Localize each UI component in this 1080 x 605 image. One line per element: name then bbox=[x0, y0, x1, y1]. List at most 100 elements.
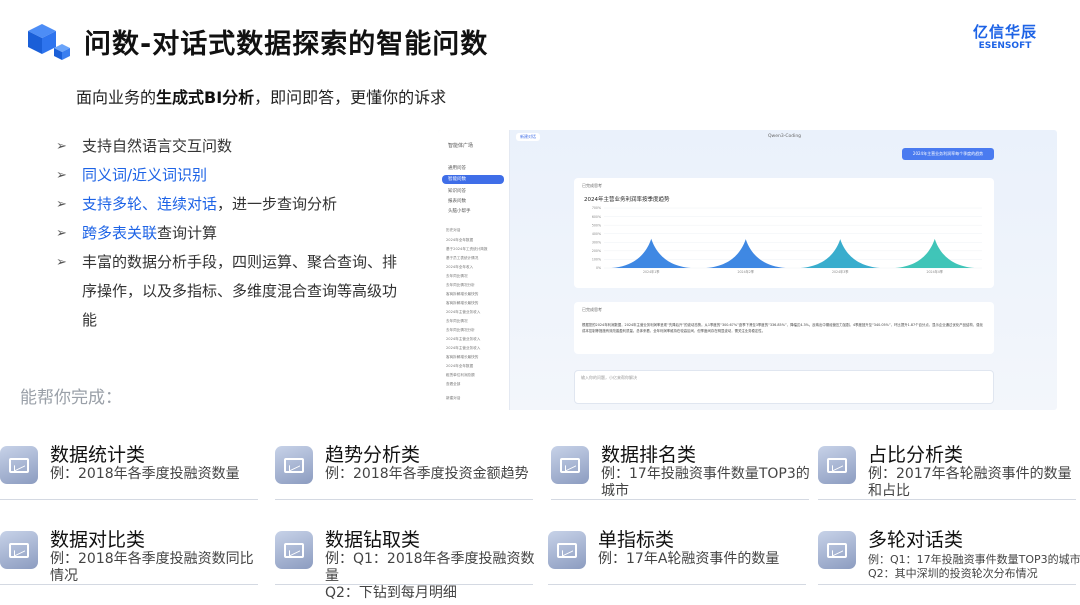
area-chart: 0% 100% 200% 300% 400% 500% 600% 700% 2024年1季 202… bbox=[592, 206, 982, 274]
monitor-chart-icon bbox=[548, 531, 586, 569]
brand-name-en: ESENSOFT bbox=[978, 41, 1032, 51]
sidebar-title: 智能体广场 bbox=[448, 143, 474, 149]
history-item[interactable]: 查看全部 bbox=[446, 382, 460, 387]
capability-name: 单指标类 bbox=[598, 529, 675, 551]
history-item[interactable]: 租赁单位利润总额 bbox=[446, 373, 475, 378]
capability-card: 占比分析类 例：2017年各轮融资事件的数量和占比 bbox=[818, 440, 1076, 500]
answer-tag: 已完成思考 bbox=[582, 183, 602, 188]
feature-item: ➢ 跨多表关联查询计算 bbox=[56, 219, 416, 248]
area-peak bbox=[611, 238, 691, 268]
y-tick-label: 600% bbox=[592, 215, 601, 219]
chat-input-placeholder: 输入你的问题，小亿来帮你解决 bbox=[581, 375, 637, 380]
feature-item: ➢ 支持自然语言交互问数 bbox=[56, 132, 416, 161]
capability-example: 例：17年A轮融资事件的数量 bbox=[598, 551, 780, 567]
history-label: 历史对话 bbox=[446, 228, 461, 232]
feature-item: ➢ 丰富的数据分析手段，四则运算、聚合查询、排序操作，以及多指标、多维度混合查询等… bbox=[56, 248, 416, 335]
monitor-chart-icon bbox=[551, 446, 589, 484]
history-item[interactable]: 2024年主营业务收入 bbox=[446, 310, 480, 315]
sidebar-item[interactable]: 通用问答 bbox=[448, 165, 466, 171]
capability-name: 数据统计类 bbox=[50, 444, 146, 466]
feature-text: 丰富的数据分析手段，四则运算、聚合查询、排序操作，以及多指标、多维度混合查询等高… bbox=[82, 253, 398, 329]
sidebar-item[interactable]: 头脑小帮手 bbox=[448, 208, 471, 214]
history-item[interactable]: 2024年全年收入 bbox=[446, 265, 473, 270]
answer-tag: 已完成思考 bbox=[582, 307, 602, 312]
y-tick-label: 500% bbox=[592, 223, 601, 227]
brand-name-cn: 亿信华辰 bbox=[972, 23, 1037, 41]
chat-title: Qwen3-Coding bbox=[768, 134, 802, 139]
sidebar-item[interactable]: 报表问数 bbox=[448, 198, 466, 204]
history-item[interactable]: 去年同比情况 bbox=[446, 319, 468, 324]
sidebar-item-active[interactable]: 智能问数 bbox=[442, 175, 504, 184]
monitor-chart-icon bbox=[275, 531, 313, 569]
capability-name: 数据排名类 bbox=[601, 444, 697, 466]
page-title: 问数-对话式数据探索的智能问数 bbox=[84, 29, 489, 60]
monitor-chart-icon bbox=[0, 446, 38, 484]
monitor-chart-icon bbox=[275, 446, 313, 484]
capability-example: 例：2018年各季度投融资数同比情况 bbox=[50, 551, 254, 584]
monitor-chart-icon bbox=[818, 446, 856, 484]
capability-card: 数据统计类 例：2018年各季度投融资数量 bbox=[0, 440, 258, 500]
feature-text: 查询计算 bbox=[157, 224, 218, 242]
area-peak bbox=[895, 238, 975, 268]
x-tick-label: 2024年3季 bbox=[832, 269, 849, 274]
history-item[interactable]: 2024年主营业务收入 bbox=[446, 337, 480, 342]
capability-card: 数据对比类 例：2018年各季度投融资数同比情况 bbox=[0, 525, 258, 585]
feature-item: ➢ 同义词/近义词识别 bbox=[56, 161, 416, 190]
history-item[interactable]: 基于员工表统计情况 bbox=[446, 256, 478, 261]
capability-name: 多轮对话类 bbox=[868, 529, 964, 551]
capability-example: 例：Q1：2018年各季度投融资数量 Q2：下钻到每月明细 bbox=[325, 551, 535, 601]
capability-name: 趋势分析类 bbox=[325, 444, 421, 466]
app-sidebar: 智能体广场 通用问答 智能问数 知识问答 报表问数 头脑小帮手 历史对话 202… bbox=[438, 130, 510, 410]
feature-highlight: 支持多轮、连续对话 bbox=[82, 195, 218, 213]
y-tick-label: 700% bbox=[592, 206, 601, 210]
cube-logo-icon bbox=[28, 24, 70, 60]
y-tick-label: 100% bbox=[592, 258, 601, 262]
history-item[interactable]: 客商拆解增长最快的 bbox=[446, 292, 478, 297]
subtitle: 面向业务的生成式BI分析，即问即答，更懂你的诉求 bbox=[76, 84, 446, 108]
capability-example: 例：2018年各季度投融资数量 bbox=[50, 466, 240, 482]
area-peak bbox=[800, 239, 880, 268]
history-item[interactable]: 去年同比情况分析 bbox=[446, 328, 475, 333]
arrow-icon: ➢ bbox=[56, 197, 67, 212]
history-item[interactable]: 2024年主营业务收入 bbox=[446, 346, 480, 351]
capability-example: 例：17年投融资事件数量TOP3的城市 bbox=[601, 466, 810, 499]
capability-card: 数据钻取类 例：Q1：2018年各季度投融资数量 Q2：下钻到每月明细 bbox=[275, 525, 535, 601]
subtitle-bold: 生成式BI分析 bbox=[156, 88, 255, 107]
can-do-heading: 能帮你完成： bbox=[20, 388, 122, 408]
capability-card: 数据排名类 例：17年投融资事件数量TOP3的城市 bbox=[551, 440, 810, 500]
capability-name: 数据对比类 bbox=[50, 529, 146, 551]
x-tick-label: 2024年1季 bbox=[643, 269, 660, 274]
history-item[interactable]: 2024年全年数据 bbox=[446, 238, 473, 243]
history-item[interactable]: 2024年全年数据 bbox=[446, 364, 473, 369]
feature-text: ，进一步查询分析 bbox=[217, 195, 338, 213]
answer-text-card: 已完成思考 根据您的2024年利润数据，2024年主营业务利润率呈现“先降后升”… bbox=[574, 302, 994, 354]
feature-highlight: 同义词/近义词识别 bbox=[82, 166, 208, 184]
history-item[interactable]: 客商拆解增长最快的 bbox=[446, 355, 478, 360]
y-tick-label: 0% bbox=[596, 266, 601, 270]
history-item[interactable]: 去年同比情况 bbox=[446, 274, 468, 279]
feature-text: 支持自然语言交互问数 bbox=[82, 137, 233, 155]
capability-example: 例：Q1：17年投融资事件数量TOP3的城市 Q2：其中深圳的投资轮次分布情况 bbox=[868, 553, 1080, 580]
arrow-icon: ➢ bbox=[56, 168, 67, 183]
monitor-chart-icon bbox=[818, 531, 856, 569]
answer-chart-card: 已完成思考 2024年主营业务利润率按季度趋势 0% 100% 200% 300% 40… bbox=[574, 178, 994, 288]
y-tick-label: 400% bbox=[592, 232, 601, 236]
chat-input[interactable]: 输入你的问题，小亿来帮你解决 bbox=[574, 370, 994, 404]
answer-text: 根据您的2024年利润数据，2024年主营业务利润率呈现“先降后升”的波动态势。… bbox=[582, 323, 983, 333]
area-peak bbox=[706, 239, 786, 268]
brand-logo: 亿信华辰 ESENSOFT bbox=[972, 23, 1038, 52]
feature-highlight: 跨多表关联 bbox=[82, 224, 158, 242]
new-chat-top-button[interactable]: 新建对话 bbox=[516, 133, 540, 141]
sidebar-item[interactable]: 知识问答 bbox=[448, 188, 466, 194]
capability-card: 多轮对话类 例：Q1：17年投融资事件数量TOP3的城市 Q2：其中深圳的投资轮次… bbox=[818, 525, 1080, 585]
history-item[interactable]: 去年同比情况分析 bbox=[446, 283, 475, 288]
history-item[interactable]: 客商拆解增长最快的 bbox=[446, 301, 478, 306]
monitor-chart-icon bbox=[0, 531, 38, 569]
arrow-icon: ➢ bbox=[56, 255, 67, 270]
capability-name: 占比分析类 bbox=[868, 444, 964, 466]
new-chat-button[interactable]: 新建对话 bbox=[446, 396, 460, 401]
feature-list: ➢ 支持自然语言交互问数 ➢ 同义词/近义词识别 ➢ 支持多轮、连续对话，进一步查询分… bbox=[56, 132, 416, 335]
app-screenshot: 智能体广场 通用问答 智能问数 知识问答 报表问数 头脑小帮手 历史对话 202… bbox=[438, 130, 1057, 410]
y-tick-label: 300% bbox=[592, 240, 601, 244]
history-item[interactable]: 基于2024年工资统计简报 bbox=[446, 247, 488, 252]
